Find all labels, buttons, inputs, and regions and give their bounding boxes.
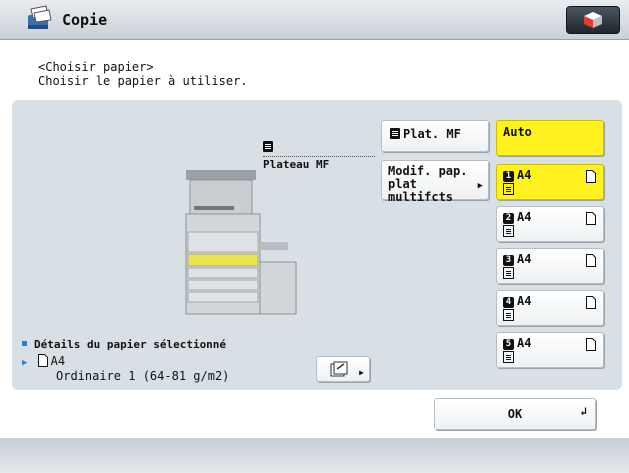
tray-paper-size: A4 — [517, 252, 532, 266]
modif-label-line2: plat multifcts — [388, 177, 454, 204]
enter-arrow-icon: ↲ — [580, 405, 587, 418]
mf-tray-small-icon — [390, 128, 400, 142]
status-icon — [584, 12, 602, 28]
change-mf-paper-button[interactable]: Modif. pap. plat multifcts ▶ — [381, 160, 489, 204]
tray-number: 1 — [503, 171, 514, 182]
chevron-right-icon: ▶ — [359, 368, 364, 377]
tray-paper-size: A4 — [517, 294, 532, 308]
footer-bar — [0, 438, 629, 473]
status-monitor-button[interactable] — [566, 6, 620, 34]
portrait-page-icon — [586, 254, 596, 270]
instructions: <Choisir papier> Choisir le papier à uti… — [38, 60, 248, 88]
portrait-page-icon — [586, 170, 596, 186]
tray-paper-size: A4 — [517, 210, 532, 224]
tray-auto-label: Auto — [503, 125, 532, 139]
tray-1-button[interactable]: 1 A4 — [496, 164, 604, 200]
ok-label: OK — [507, 407, 523, 421]
portrait-page-icon — [586, 338, 596, 354]
details-value: ▶ A4 Ordinaire 1 (64-81 g/m2) — [22, 354, 229, 383]
paper-stack-icon — [503, 351, 514, 366]
instruction-text: Choisir le papier à utiliser. — [38, 74, 248, 88]
ok-button[interactable]: OK ↲ — [434, 398, 596, 430]
plat-mf-label: Plat. MF — [403, 127, 461, 141]
tray-number: 5 — [503, 339, 514, 350]
details-bullet-icon — [22, 341, 27, 346]
portrait-page-icon — [586, 212, 596, 228]
tray-number: 3 — [503, 255, 514, 266]
instruction-heading: <Choisir papier> — [38, 60, 154, 74]
paper-stack-icon — [503, 309, 514, 324]
triangle-right-icon: ▶ — [22, 358, 28, 368]
title-bar: Copie — [0, 0, 629, 40]
tray-5-button[interactable]: 5 A4 — [496, 332, 604, 368]
details-title: Détails du papier sélectionné — [34, 338, 227, 351]
tray-auto-button[interactable]: Auto — [496, 120, 604, 156]
tray-2-button[interactable]: 2 A4 — [496, 206, 604, 242]
copy-app-icon — [22, 5, 54, 35]
mf-tray-label: Plateau MF — [263, 158, 330, 171]
copier-illustration — [172, 170, 302, 323]
paper-stack-icon — [503, 183, 514, 198]
tray-paper-size: A4 — [517, 168, 532, 182]
tray-number: 4 — [503, 297, 514, 308]
page-icon — [37, 354, 48, 370]
tray-number: 2 — [503, 213, 514, 224]
paper-settings-icon — [329, 361, 349, 381]
paper-stack-icon — [503, 267, 514, 282]
paper-details-button[interactable]: ▶ — [316, 356, 370, 382]
tray-paper-size: A4 — [517, 336, 532, 350]
details-size: A4 — [50, 354, 66, 368]
tray-leader-line — [263, 156, 375, 157]
multi-purpose-tray-button[interactable]: Plat. MF — [381, 120, 489, 152]
app-title: Copie — [62, 11, 108, 29]
tray-4-button[interactable]: 4 A4 — [496, 290, 604, 326]
paper-stack-icon — [503, 225, 514, 240]
portrait-page-icon — [586, 296, 596, 312]
chevron-right-icon: ▶ — [477, 181, 483, 191]
mf-tray-icon — [263, 141, 273, 155]
tray-3-button[interactable]: 3 A4 — [496, 248, 604, 284]
details-type: Ordinaire 1 (64-81 g/m2) — [56, 369, 230, 383]
